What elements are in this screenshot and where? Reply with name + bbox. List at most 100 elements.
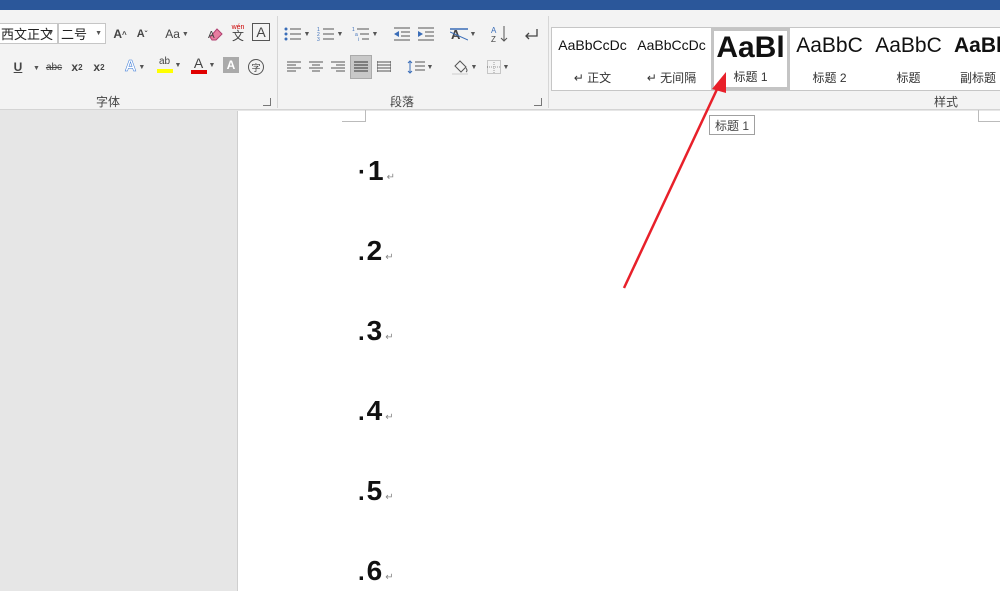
character-shading-button[interactable]: A bbox=[223, 57, 239, 73]
char-border-icon: A bbox=[256, 24, 266, 40]
sort-az-icon: AZ bbox=[491, 26, 508, 43]
margin-corner-mark bbox=[342, 110, 366, 122]
heading-bullet: . bbox=[358, 559, 365, 586]
borders-button[interactable]: ▼ bbox=[482, 56, 514, 78]
chinese-layout-icon: A bbox=[449, 27, 468, 42]
highlighter-icon: ab bbox=[156, 56, 173, 73]
title-bar bbox=[0, 0, 1000, 10]
style-title[interactable]: AaBbC 标题 bbox=[869, 29, 948, 89]
show-hide-marks-button[interactable] bbox=[520, 23, 542, 45]
multilevel-list-button[interactable]: 1 a i ▼ bbox=[349, 23, 381, 45]
grow-font-icon: A bbox=[113, 27, 122, 41]
style-normal[interactable]: AaBbCcDc ↵ 正文 bbox=[553, 29, 632, 89]
heading-text: 6 bbox=[366, 555, 383, 586]
heading-bullet: . bbox=[358, 239, 365, 266]
style-name: ↵ 无间隔 bbox=[646, 71, 697, 85]
heading-paragraph[interactable]: . 4 ↵ bbox=[358, 395, 394, 427]
font-name-value: 西文正文 bbox=[1, 27, 54, 42]
increase-indent-button[interactable] bbox=[415, 23, 437, 45]
paragraph-mark: ↵ bbox=[385, 412, 394, 423]
text-effects-button[interactable]: A ▼ bbox=[120, 56, 150, 78]
style-name: ↵ 正文 bbox=[573, 71, 612, 85]
font-color-icon: A bbox=[190, 54, 207, 74]
heading-bullet: . bbox=[358, 399, 365, 426]
font-size-combo[interactable]: 二号 ▼ bbox=[58, 23, 106, 44]
style-preview: AaBbCcDc bbox=[558, 37, 627, 53]
svg-text:Z: Z bbox=[491, 35, 496, 43]
heading-paragraph[interactable]: . 3 ↵ bbox=[358, 315, 394, 347]
character-border-button[interactable]: A bbox=[252, 23, 270, 41]
underline-dropdown-icon[interactable]: ▼ bbox=[33, 65, 40, 72]
sort-button[interactable]: AZ bbox=[489, 23, 511, 45]
paragraph-mark-icon bbox=[525, 29, 538, 40]
ribbon-home: 西文正文 ▼ 二号 ▼ A ^ Aˇ Aa ▼ A wén 文 A U ▼ abc … bbox=[0, 10, 1000, 110]
text-highlight-button[interactable]: ab ▼ bbox=[153, 54, 185, 76]
style-heading-2[interactable]: AaBbC 标题 2 bbox=[790, 29, 869, 89]
bullet-list-icon bbox=[284, 27, 301, 41]
style-heading-1[interactable]: AaBl 标题 1 bbox=[711, 28, 790, 90]
svg-text:i: i bbox=[358, 37, 359, 41]
heading-paragraph[interactable]: . 5 ↵ bbox=[358, 475, 394, 507]
numbering-button[interactable]: 1 2 3 ▼ bbox=[315, 23, 345, 45]
paint-bucket-icon bbox=[451, 60, 468, 75]
chevron-down-icon: ▼ bbox=[47, 30, 54, 37]
underline-icon: U bbox=[13, 60, 23, 74]
align-left-icon bbox=[287, 61, 301, 72]
heading-paragraph[interactable]: · 1 ↵ bbox=[358, 155, 395, 187]
style-preview: AaBbC bbox=[796, 34, 863, 57]
subscript-mark: 2 bbox=[78, 62, 83, 72]
underline-button[interactable]: U bbox=[10, 56, 26, 78]
clear-formatting-button[interactable]: A bbox=[205, 23, 227, 45]
heading-paragraph[interactable]: . 2 ↵ bbox=[358, 235, 394, 267]
chinese-layout-button[interactable]: A▼ bbox=[447, 23, 479, 45]
eraser-icon: A bbox=[208, 28, 223, 41]
decrease-indent-button[interactable] bbox=[391, 23, 413, 45]
font-color-button[interactable]: A ▼ bbox=[187, 54, 219, 76]
numbered-list-icon: 123 bbox=[317, 27, 334, 41]
styles-gallery: AaBbCcDc ↵ 正文 AaBbCcDc ↵ 无间隔 AaBl 标题 1 A… bbox=[551, 27, 1000, 91]
style-name: 标题 1 bbox=[733, 70, 768, 84]
paragraph-mark: ↵ bbox=[385, 572, 394, 583]
distributed-button[interactable] bbox=[374, 56, 394, 78]
shrink-font-button[interactable]: Aˇ bbox=[132, 23, 152, 45]
line-spacing-icon bbox=[407, 60, 425, 74]
style-name: 标题 2 bbox=[812, 71, 847, 85]
font-color-bar bbox=[190, 69, 207, 74]
style-preview: AaBl bbox=[716, 31, 785, 64]
style-subtitle[interactable]: AaBl 副标题 bbox=[948, 29, 1000, 89]
phonetic-guide-button[interactable]: wén 文 bbox=[229, 21, 247, 43]
font-color-label: A bbox=[193, 54, 204, 71]
shrink-font-icon: A bbox=[136, 28, 145, 40]
enclose-characters-button[interactable]: 字 bbox=[246, 56, 266, 78]
borders-icon bbox=[486, 60, 501, 74]
highlight-label: ab bbox=[158, 56, 171, 67]
paragraph-mark: ↵ bbox=[385, 252, 394, 263]
strikethrough-button[interactable]: abc bbox=[42, 56, 66, 78]
style-preview: AaBbCcDc bbox=[637, 37, 706, 53]
document-page[interactable]: · 1 ↵ . 2 ↵ . 3 ↵ . 4 ↵ . 5 ↵ . 6 ↵ bbox=[237, 110, 1000, 591]
paragraph-mark: ↵ bbox=[385, 492, 394, 503]
paragraph-dialog-launcher-icon[interactable] bbox=[534, 98, 542, 106]
paragraph-mark: ↵ bbox=[386, 172, 395, 183]
style-preview: AaBbC bbox=[875, 34, 942, 57]
align-left-button[interactable] bbox=[284, 56, 304, 78]
font-name-combo[interactable]: 西文正文 ▼ bbox=[0, 23, 58, 44]
align-right-button[interactable] bbox=[328, 56, 348, 78]
heading-paragraph[interactable]: . 6 ↵ bbox=[358, 555, 394, 587]
line-spacing-button[interactable]: ▼ bbox=[403, 56, 437, 78]
shading-button[interactable]: ▼ bbox=[447, 56, 481, 78]
align-center-button[interactable] bbox=[306, 56, 326, 78]
subscript-button[interactable]: x2 bbox=[68, 56, 86, 78]
align-right-icon bbox=[331, 61, 345, 72]
style-no-spacing[interactable]: AaBbCcDc ↵ 无间隔 bbox=[632, 29, 711, 89]
justify-icon bbox=[354, 61, 368, 72]
bullets-button[interactable]: ▼ bbox=[282, 23, 312, 45]
superscript-button[interactable]: x2 bbox=[90, 56, 108, 78]
grow-font-button[interactable]: A ^ bbox=[110, 23, 130, 45]
font-dialog-launcher-icon[interactable] bbox=[263, 98, 271, 106]
paragraph-mark: ↵ bbox=[385, 332, 394, 343]
change-case-button[interactable]: Aa ▼ bbox=[162, 23, 192, 45]
svg-text:A: A bbox=[491, 26, 497, 35]
font-size-value: 二号 bbox=[61, 27, 88, 42]
justify-button[interactable] bbox=[350, 55, 372, 79]
